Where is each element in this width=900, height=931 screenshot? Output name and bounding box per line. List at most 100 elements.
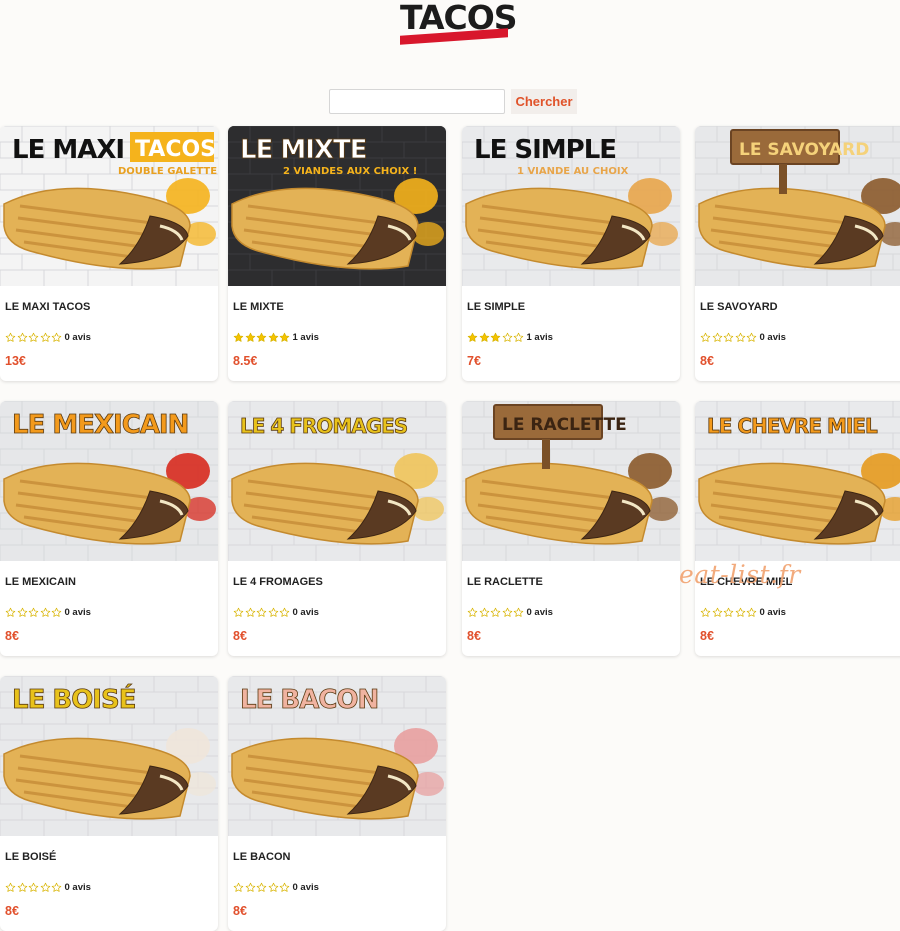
review-count: 0 avis <box>759 332 786 344</box>
review-count: 0 avis <box>292 607 319 619</box>
star-icon <box>268 329 280 346</box>
banner-text: LE BACON <box>240 685 378 715</box>
product-title[interactable]: LE BOISÉ <box>5 851 56 863</box>
star-icon <box>700 604 712 621</box>
star-icon <box>256 879 268 896</box>
product-title[interactable]: LE SAVOYARD <box>700 301 778 313</box>
star-icon <box>279 604 291 621</box>
product-price: 8€ <box>5 904 19 918</box>
product-image[interactable]: LE MAXI TACOS DOUBLE GALETTE ! <box>0 126 218 286</box>
star-icon <box>268 604 280 621</box>
star-icon <box>233 879 245 896</box>
star-icon <box>268 879 280 896</box>
product-image[interactable]: LE 4 FROMAGES <box>228 401 446 561</box>
product-title[interactable]: LE 4 FROMAGES <box>233 576 323 588</box>
product-price: 8€ <box>233 629 247 643</box>
product-card[interactable]: LE MIXTE 2 VIANDES AUX CHOIX ! LE MIXTE 1 a… <box>228 126 446 381</box>
product-card[interactable]: LE CHEVRE MIEL LE CHEVRE MIEL 0 avis 8€ <box>695 401 900 656</box>
star-icon <box>502 329 514 346</box>
review-count: 1 avis <box>292 332 319 344</box>
product-title[interactable]: LE SIMPLE <box>467 301 525 313</box>
product-image[interactable]: LE MIXTE 2 VIANDES AUX CHOIX ! <box>228 126 446 286</box>
star-icon <box>502 604 514 621</box>
search-input[interactable] <box>329 89 505 114</box>
product-title[interactable]: LE RACLETTE <box>467 576 543 588</box>
star-icon <box>735 604 747 621</box>
review-count: 0 avis <box>64 882 91 894</box>
product-card[interactable]: LE MEXICAIN LE MEXICAIN 0 avis 8€ <box>0 401 218 656</box>
star-icon <box>490 329 502 346</box>
star-icon <box>256 329 268 346</box>
product-card[interactable]: LE SAVOYARD LE SAVOYARD 0 avis 8€ <box>695 126 900 381</box>
star-icon <box>51 604 63 621</box>
product-rating: 0 avis <box>467 604 553 618</box>
product-title[interactable]: LE MEXICAIN <box>5 576 76 588</box>
star-icon <box>467 329 479 346</box>
star-icon <box>479 604 491 621</box>
product-price: 13€ <box>5 354 26 368</box>
product-rating: 0 avis <box>5 329 91 344</box>
search-button[interactable]: Chercher <box>511 89 577 114</box>
star-icon <box>723 604 735 621</box>
star-icon <box>490 604 502 621</box>
star-icon <box>513 604 525 621</box>
star-icon <box>513 329 525 346</box>
star-icon <box>51 329 63 346</box>
star-icon <box>233 604 245 621</box>
star-icon <box>5 879 17 896</box>
product-price: 7€ <box>467 354 481 368</box>
product-image[interactable]: LE BOISÉ <box>0 676 218 836</box>
product-rating: 0 avis <box>233 879 319 894</box>
product-price: 8€ <box>233 904 247 918</box>
star-icon <box>5 604 17 621</box>
product-rating: 0 avis <box>700 329 786 344</box>
banner-text: LE SAVOYARD <box>739 140 869 160</box>
product-price: 8€ <box>700 354 714 368</box>
product-price: 8€ <box>467 629 481 643</box>
star-icon <box>256 604 268 621</box>
product-card[interactable]: LE 4 FROMAGES LE 4 FROMAGES 0 avis 8€ <box>228 401 446 656</box>
star-icon <box>700 329 712 346</box>
product-image[interactable]: LE BACON <box>228 676 446 836</box>
star-icon <box>28 604 40 621</box>
product-card[interactable]: LE RACLETTE LE RACLETTE 0 avis 8€ <box>462 401 680 656</box>
product-card[interactable]: LE BOISÉ LE BOISÉ 0 avis 8€ <box>0 676 218 931</box>
star-icon <box>40 329 52 346</box>
star-icon <box>467 604 479 621</box>
star-icon <box>245 604 257 621</box>
banner-text: LE SIMPLE <box>474 135 616 165</box>
review-count: 0 avis <box>292 882 319 894</box>
product-card[interactable]: LE SIMPLE 1 VIANDE AU CHOIX LE SIMPLE 1 avi… <box>462 126 680 381</box>
product-rating: 0 avis <box>233 604 319 619</box>
product-price: 8€ <box>700 629 714 643</box>
product-title[interactable]: LE MIXTE <box>233 301 284 313</box>
banner-subtitle: DOUBLE GALETTE ! <box>118 166 218 177</box>
product-card[interactable]: LE MAXI TACOS DOUBLE GALETTE ! LE MAXI TACO… <box>0 126 218 381</box>
star-icon <box>17 604 29 621</box>
banner-text: LE MEXICAIN <box>12 410 188 440</box>
product-card[interactable]: LE BACON LE BACON 0 avis 8€ <box>228 676 446 931</box>
review-count: 0 avis <box>759 607 786 619</box>
banner-subtitle: 2 VIANDES AUX CHOIX ! <box>283 166 417 177</box>
star-icon <box>233 329 245 346</box>
review-count: 0 avis <box>64 332 91 344</box>
product-image[interactable]: LE RACLETTE <box>462 401 680 561</box>
product-title[interactable]: LE CHEVRE MIEL <box>700 576 792 588</box>
star-icon <box>17 879 29 896</box>
product-image[interactable]: LE SIMPLE 1 VIANDE AU CHOIX <box>462 126 680 286</box>
product-image[interactable]: LE MEXICAIN <box>0 401 218 561</box>
product-title[interactable]: LE BACON <box>233 851 290 863</box>
product-title[interactable]: LE MAXI TACOS <box>5 301 90 313</box>
banner-text: LE MAXI <box>12 135 124 165</box>
star-icon <box>5 329 17 346</box>
product-image[interactable]: LE CHEVRE MIEL <box>695 401 900 561</box>
star-icon <box>746 329 758 346</box>
product-image[interactable]: LE SAVOYARD <box>695 126 900 286</box>
star-icon <box>712 329 724 346</box>
banner-text: LE CHEVRE MIEL <box>707 414 878 438</box>
star-icon <box>28 329 40 346</box>
product-rating: 1 avis <box>233 329 319 344</box>
product-rating: 0 avis <box>5 879 91 894</box>
logo[interactable]: TACOS <box>398 0 518 48</box>
banner-text: LE MIXTE <box>240 135 366 165</box>
